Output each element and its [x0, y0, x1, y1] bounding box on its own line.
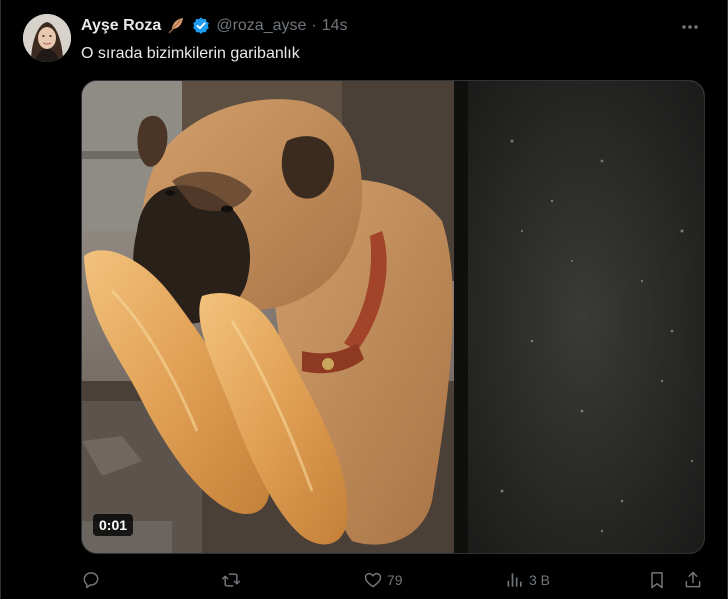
- tweet-text: O sırada bizimkilerin garibanlık: [81, 45, 300, 62]
- bookmark-button[interactable]: [647, 566, 667, 594]
- share-icon: [683, 570, 703, 590]
- video-frame: [82, 81, 704, 553]
- tweet-header: Ayşe Roza @roza_ayse · 14s: [81, 16, 348, 36]
- reply-icon: [81, 570, 101, 590]
- action-bar: 79 3 B: [81, 566, 713, 594]
- reply-button[interactable]: [81, 566, 105, 594]
- like-button[interactable]: 79: [363, 566, 403, 594]
- like-count: 79: [387, 572, 403, 588]
- video-player[interactable]: [81, 80, 705, 554]
- tweet-time[interactable]: 14s: [322, 17, 348, 35]
- retweet-icon: [221, 570, 241, 590]
- retweet-button[interactable]: [221, 566, 245, 594]
- avatar[interactable]: [23, 14, 71, 62]
- heart-icon: [363, 570, 383, 590]
- share-button[interactable]: [683, 566, 703, 594]
- verified-icon[interactable]: [191, 16, 211, 36]
- author-handle[interactable]: @roza_ayse: [216, 17, 306, 35]
- avatar-image: [23, 14, 71, 62]
- bookmark-icon: [647, 570, 667, 590]
- views-count: 3 B: [529, 572, 551, 588]
- video-timestamp: 0:01: [93, 514, 134, 536]
- more-options-icon[interactable]: [677, 14, 703, 40]
- author-name[interactable]: Ayşe Roza: [81, 17, 161, 35]
- feather-emoji: [166, 16, 186, 36]
- separator-dot: ·: [311, 17, 317, 34]
- views-icon: [505, 570, 525, 590]
- tweet-container: Ayşe Roza @roza_ayse · 14s O sırada bizi…: [0, 0, 728, 599]
- views-button[interactable]: 3 B: [505, 566, 550, 594]
